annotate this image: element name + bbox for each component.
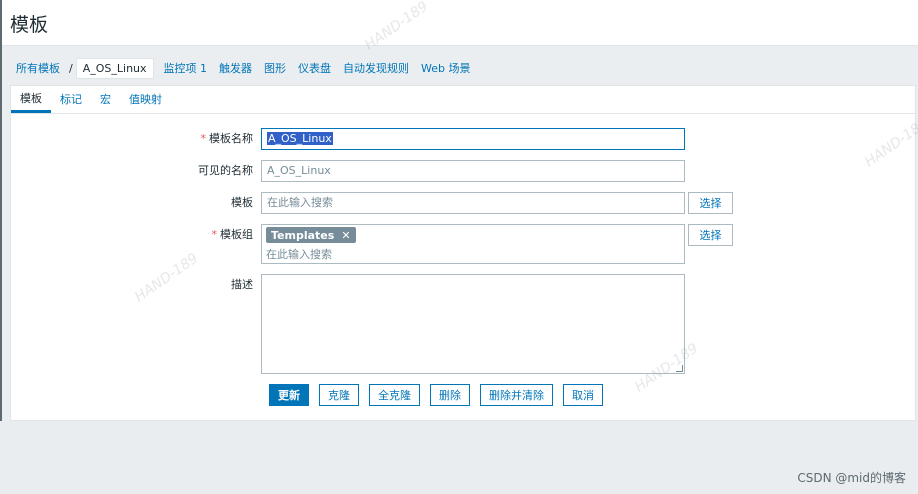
full-clone-button[interactable]: 全克隆 bbox=[369, 384, 420, 406]
row-description: 描述 bbox=[11, 274, 915, 374]
template-groups-multiselect[interactable]: Templates ✕ 在此输入搜索 bbox=[261, 224, 685, 264]
row-templates: 模板 在此输入搜索 选择 bbox=[11, 192, 915, 214]
row-template-groups: * 模板组 Templates ✕ 在此输入搜索 选择 bbox=[11, 224, 915, 264]
form-actions: 更新 克隆 全克隆 删除 删除并清除 取消 bbox=[269, 384, 613, 406]
templates-select-button[interactable]: 选择 bbox=[688, 192, 733, 214]
tab-template[interactable]: 模板 bbox=[11, 90, 51, 113]
breadcrumb-separator: / bbox=[69, 61, 73, 75]
nav-discovery-rules-link[interactable]: 自动发现规则 bbox=[343, 60, 409, 76]
visible-name-input[interactable]: A_OS_Linux bbox=[261, 160, 685, 182]
breadcrumb-current-template[interactable]: A_OS_Linux bbox=[75, 57, 154, 79]
template-name-label: * 模板名称 bbox=[200, 132, 254, 145]
csdn-watermark: CSDN @mid的博客 bbox=[797, 471, 906, 485]
nav-web-scenarios-link[interactable]: Web 场景 bbox=[421, 60, 470, 76]
required-mark: * bbox=[211, 228, 218, 241]
visible-name-label: 可见的名称 bbox=[198, 164, 253, 177]
template-name-input[interactable]: A_OS_Linux bbox=[261, 128, 685, 150]
templates-label: 模板 bbox=[231, 196, 253, 209]
nav-dashboards-link[interactable]: 仪表盘 bbox=[298, 60, 331, 76]
template-name-value: A_OS_Linux bbox=[267, 132, 333, 145]
cancel-button[interactable]: 取消 bbox=[563, 384, 603, 406]
page-header: 模板 bbox=[0, 0, 918, 46]
page-bottom-area bbox=[0, 421, 918, 494]
row-visible-name: 可见的名称 A_OS_Linux bbox=[11, 160, 915, 182]
page: { "header": { "title": "模板" }, "breadcru… bbox=[0, 0, 918, 494]
tab-tags[interactable]: 标记 bbox=[51, 91, 91, 113]
templates-search-input[interactable]: 在此输入搜索 bbox=[261, 192, 685, 214]
row-template-name: * 模板名称 A_OS_Linux bbox=[11, 128, 915, 150]
tab-macros[interactable]: 宏 bbox=[91, 91, 120, 113]
template-groups-search-placeholder: 在此输入搜索 bbox=[266, 248, 332, 261]
group-chip: Templates ✕ bbox=[266, 227, 356, 243]
template-nav-bar: 所有模板 / A_OS_Linux 监控项 1 触发器 图形 仪表盘 自动发现规… bbox=[10, 56, 916, 80]
template-groups-label: * 模板组 bbox=[211, 228, 254, 241]
description-label: 描述 bbox=[231, 278, 253, 291]
chip-close-icon[interactable]: ✕ bbox=[341, 229, 350, 242]
nav-graphs-link[interactable]: 图形 bbox=[264, 60, 286, 76]
clone-button[interactable]: 克隆 bbox=[319, 384, 359, 406]
template-groups-select-button[interactable]: 选择 bbox=[688, 224, 733, 246]
nav-items-link[interactable]: 监控项 1 bbox=[164, 60, 208, 76]
form-container: 模板 标记 宏 值映射 * 模板名称 A_OS_Linux 可见的名称 A_OS_… bbox=[10, 85, 916, 421]
update-button[interactable]: 更新 bbox=[269, 384, 309, 406]
window-left-edge bbox=[0, 0, 2, 494]
nav-triggers-link[interactable]: 触发器 bbox=[219, 60, 252, 76]
description-textarea[interactable] bbox=[261, 274, 685, 374]
required-mark: * bbox=[200, 132, 207, 145]
breadcrumb: 所有模板 / A_OS_Linux bbox=[10, 57, 154, 79]
delete-button[interactable]: 删除 bbox=[430, 384, 470, 406]
form-tabs: 模板 标记 宏 值映射 bbox=[11, 86, 915, 114]
breadcrumb-all-templates[interactable]: 所有模板 bbox=[10, 60, 66, 76]
tab-value-mapping[interactable]: 值映射 bbox=[120, 91, 171, 113]
page-title: 模板 bbox=[10, 14, 49, 36]
delete-and-clear-button[interactable]: 删除并清除 bbox=[480, 384, 553, 406]
resize-grip-icon[interactable] bbox=[676, 365, 683, 372]
